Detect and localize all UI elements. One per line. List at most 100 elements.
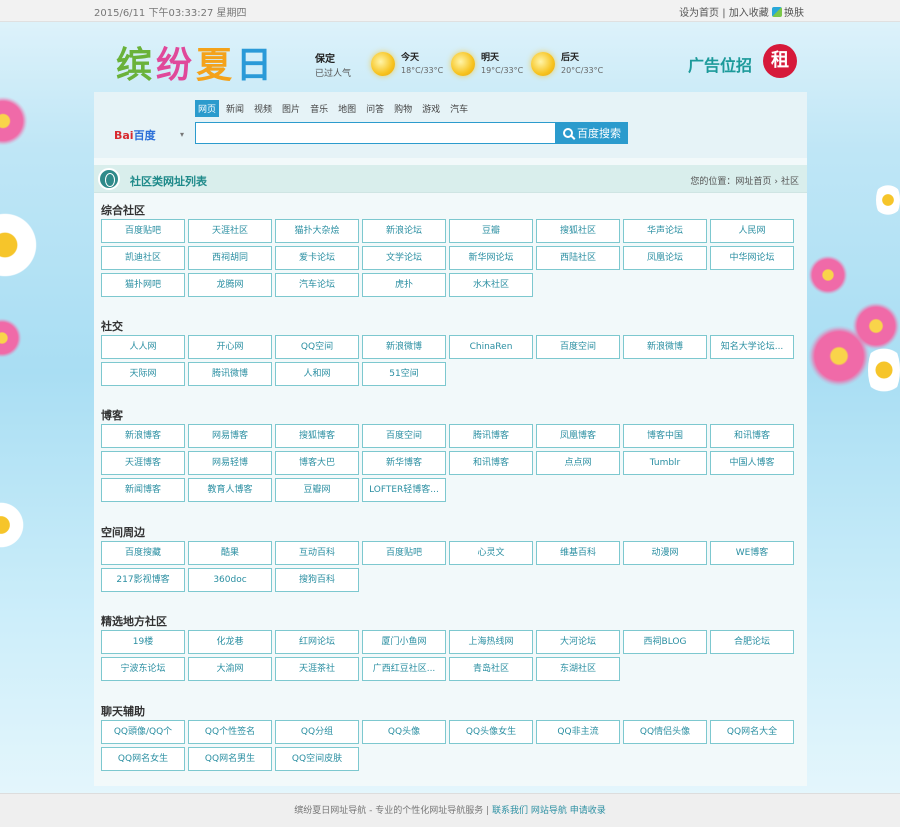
site-link[interactable]: 网易博客 — [188, 424, 272, 448]
baidu-search-button[interactable]: 百度搜索 — [556, 122, 628, 144]
site-link[interactable]: 维基百科 — [536, 541, 620, 565]
site-link[interactable]: 水木社区 — [449, 273, 533, 297]
search-tab[interactable]: 购物 — [391, 100, 416, 117]
site-link[interactable]: QQ分组 — [275, 720, 359, 744]
site-link[interactable]: 百度空间 — [362, 424, 446, 448]
search-tab[interactable]: 汽车 — [447, 100, 472, 117]
site-link[interactable]: 西祠BLOG — [623, 630, 707, 654]
site-link[interactable]: 217影视博客 — [101, 568, 185, 592]
site-link[interactable]: 新浪博客 — [101, 424, 185, 448]
footer-link-contact[interactable]: 联系我们 — [492, 806, 528, 816]
site-link[interactable]: QQ网名大全 — [710, 720, 794, 744]
site-link[interactable]: 汽车论坛 — [275, 273, 359, 297]
site-link[interactable]: 腾讯微博 — [188, 362, 272, 386]
set-home-link[interactable]: 设为首页 — [679, 8, 719, 19]
site-link[interactable]: 凯迪社区 — [101, 246, 185, 270]
site-link[interactable]: QQ头像 — [362, 720, 446, 744]
site-link[interactable]: QQ个性签名 — [188, 720, 272, 744]
site-link[interactable]: 上海热线网 — [449, 630, 533, 654]
ad-slot-text[interactable]: 广告位招 — [688, 52, 752, 76]
site-link[interactable]: 新华网论坛 — [449, 246, 533, 270]
site-link[interactable]: 龙腾网 — [188, 273, 272, 297]
search-tab[interactable]: 图片 — [279, 100, 304, 117]
breadcrumb-home[interactable]: 网址首页 — [735, 177, 771, 187]
site-link[interactable]: 互动百科 — [275, 541, 359, 565]
site-link[interactable]: 虎扑 — [362, 273, 446, 297]
site-link[interactable]: 新浪微博 — [623, 335, 707, 359]
site-link[interactable]: 点点网 — [536, 451, 620, 475]
site-link[interactable]: 知名大学论坛... — [710, 335, 794, 359]
site-link[interactable]: Tumblr — [623, 451, 707, 475]
site-link[interactable]: 搜狐社区 — [536, 219, 620, 243]
site-link[interactable]: 人人网 — [101, 335, 185, 359]
site-link[interactable]: 豆瓣 — [449, 219, 533, 243]
site-link[interactable]: QQ非主流 — [536, 720, 620, 744]
site-logo[interactable]: 缤纷夏日 — [116, 36, 276, 88]
chevron-down-icon[interactable]: ▾ — [180, 130, 184, 139]
site-link[interactable]: 教育人博客 — [188, 478, 272, 502]
site-link[interactable]: QQ网名男生 — [188, 747, 272, 771]
site-link[interactable]: 天涯茶社 — [275, 657, 359, 681]
site-link[interactable]: 51空间 — [362, 362, 446, 386]
search-input[interactable] — [195, 122, 556, 144]
site-link[interactable]: 猫扑网吧 — [101, 273, 185, 297]
site-link[interactable]: 和讯博客 — [710, 424, 794, 448]
site-link[interactable]: WE博客 — [710, 541, 794, 565]
baidu-logo[interactable]: Bai百度 — [114, 127, 156, 143]
site-link[interactable]: 西祠胡同 — [188, 246, 272, 270]
site-link[interactable]: 新华博客 — [362, 451, 446, 475]
site-link[interactable]: QQ頭像/QQ个 — [101, 720, 185, 744]
site-link[interactable]: 心灵文 — [449, 541, 533, 565]
site-link[interactable]: 人民网 — [710, 219, 794, 243]
site-link[interactable]: 华声论坛 — [623, 219, 707, 243]
site-link[interactable]: QQ空间皮肤 — [275, 747, 359, 771]
search-tab[interactable]: 问答 — [363, 100, 388, 117]
site-link[interactable]: 文学论坛 — [362, 246, 446, 270]
footer-link-nav[interactable]: 网站导航 — [531, 806, 567, 816]
site-link[interactable]: 凤凰博客 — [536, 424, 620, 448]
site-link[interactable]: 广西红豆社区... — [362, 657, 446, 681]
site-link[interactable]: QQ网名女生 — [101, 747, 185, 771]
site-link[interactable]: 搜狐博客 — [275, 424, 359, 448]
site-link[interactable]: 酷果 — [188, 541, 272, 565]
add-favorite-link[interactable]: 加入收藏 — [729, 8, 769, 19]
site-link[interactable]: 大渝网 — [188, 657, 272, 681]
site-link[interactable]: 百度贴吧 — [362, 541, 446, 565]
site-link[interactable]: 开心网 — [188, 335, 272, 359]
site-link[interactable]: 和讯博客 — [449, 451, 533, 475]
site-link[interactable]: 新浪微博 — [362, 335, 446, 359]
search-tab[interactable]: 游戏 — [419, 100, 444, 117]
site-link[interactable]: QQ头像女生 — [449, 720, 533, 744]
site-link[interactable]: 天际网 — [101, 362, 185, 386]
skin-icon[interactable] — [772, 7, 782, 17]
site-link[interactable]: 新浪论坛 — [362, 219, 446, 243]
site-link[interactable]: 百度空间 — [536, 335, 620, 359]
site-link[interactable]: ChinaRen — [449, 335, 533, 359]
site-link[interactable]: 百度贴吧 — [101, 219, 185, 243]
site-link[interactable]: 猫扑大杂烩 — [275, 219, 359, 243]
search-tab[interactable]: 新闻 — [223, 100, 248, 117]
site-link[interactable]: 动漫网 — [623, 541, 707, 565]
site-link[interactable]: 宁波东论坛 — [101, 657, 185, 681]
search-tab[interactable]: 视频 — [251, 100, 276, 117]
site-link[interactable]: 腾讯博客 — [449, 424, 533, 448]
site-link[interactable]: 红网论坛 — [275, 630, 359, 654]
site-link[interactable]: 天涯博客 — [101, 451, 185, 475]
site-link[interactable]: 西陆社区 — [536, 246, 620, 270]
site-link[interactable]: 爱卡论坛 — [275, 246, 359, 270]
site-link[interactable]: 厦门小鱼网 — [362, 630, 446, 654]
site-link[interactable]: 博客中国 — [623, 424, 707, 448]
skin-link[interactable]: 换肤 — [784, 8, 804, 19]
site-link[interactable]: 网易轻博 — [188, 451, 272, 475]
footer-link-submit[interactable]: 申请收录 — [570, 806, 606, 816]
weather-city[interactable]: 保定 — [315, 50, 335, 65]
site-link[interactable]: 360doc — [188, 568, 272, 592]
site-link[interactable]: QQ空间 — [275, 335, 359, 359]
ad-rent-badge[interactable]: 租 — [763, 44, 797, 78]
search-tab[interactable]: 网页 — [195, 100, 220, 117]
site-link[interactable]: 搜狗百科 — [275, 568, 359, 592]
site-link[interactable]: 天涯社区 — [188, 219, 272, 243]
site-link[interactable]: 中华网论坛 — [710, 246, 794, 270]
site-link[interactable]: 东湖社区 — [536, 657, 620, 681]
site-link[interactable]: 凤凰论坛 — [623, 246, 707, 270]
